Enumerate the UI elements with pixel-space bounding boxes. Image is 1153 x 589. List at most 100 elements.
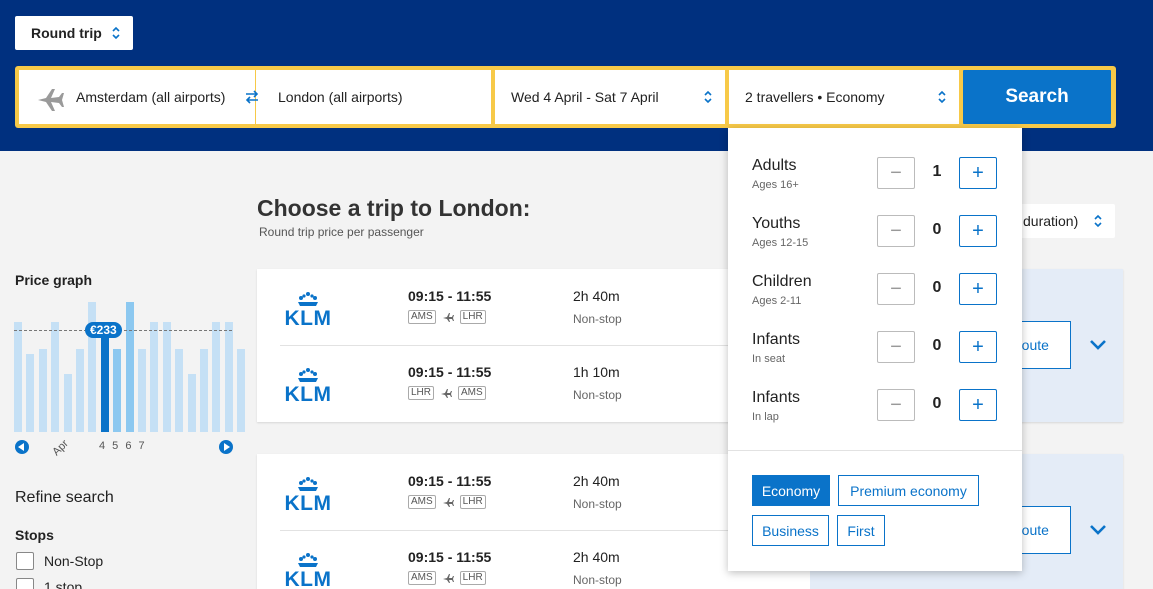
travellers-dropdown: Adults Ages 16+ −1 + Youths Ages 12-15−0 + Chil…	[728, 128, 1022, 571]
traveller-count: 0	[932, 337, 942, 354]
klm-logo: KLM	[285, 292, 331, 327]
price-bar[interactable]	[212, 322, 221, 432]
swap-icon[interactable]	[242, 88, 262, 106]
updown-chevron-icon	[1094, 214, 1102, 228]
page-subtitle: Round trip price per passenger	[259, 225, 424, 239]
price-graph[interactable]	[14, 296, 246, 432]
decrement-button[interactable]: −	[877, 331, 915, 363]
traveller-row: Infants In seat −0 +	[728, 331, 1022, 389]
refine-search-title: Refine search	[15, 489, 114, 506]
destination-code: LHR	[459, 571, 486, 585]
traveller-type-label: Youths	[752, 215, 801, 232]
traveller-count: 0	[932, 395, 942, 412]
increment-button[interactable]: +	[959, 273, 997, 305]
graph-prev-icon[interactable]	[15, 440, 29, 454]
sort-label: duration)	[1023, 213, 1079, 229]
travellers-value: 2 travellers • Economy	[745, 89, 885, 105]
increment-button[interactable]: +	[959, 157, 997, 189]
traveller-count: 1	[932, 163, 942, 180]
price-bar[interactable]	[100, 322, 109, 432]
traveller-type-label: Infants	[752, 331, 801, 348]
cabin-option-first[interactable]: First	[837, 515, 885, 546]
decrement-button[interactable]: −	[877, 215, 915, 247]
plane-icon	[441, 388, 453, 398]
flight-stops: Non-stop	[573, 312, 622, 326]
chevron-down-icon[interactable]	[1089, 524, 1107, 536]
destination-code: LHR	[459, 495, 486, 509]
price-bar[interactable]	[237, 349, 246, 432]
cabin-option-economy[interactable]: Economy	[752, 475, 830, 506]
svg-text:KLM: KLM	[285, 492, 332, 512]
date-field[interactable]: Wed 4 April - Sat 7 April	[495, 70, 725, 124]
route-codes: LHR AMS	[408, 386, 486, 400]
price-bar[interactable]	[175, 349, 184, 432]
one-stop-checkbox[interactable]	[16, 578, 34, 589]
origin-field[interactable]: Amsterdam (all airports)	[19, 70, 255, 124]
chevron-down-icon[interactable]	[1089, 339, 1107, 351]
cabin-option-business[interactable]: Business	[752, 515, 829, 546]
flight-leg: KLM 09:15 - 11:55 AMS LHR 2h 40m Non-stop	[257, 530, 807, 589]
graph-next-icon[interactable]	[219, 440, 233, 454]
cabin-option-premium-economy[interactable]: Premium economy	[838, 475, 979, 506]
svg-text:KLM: KLM	[285, 383, 332, 403]
route-codes: AMS LHR	[408, 495, 486, 509]
price-bar[interactable]	[38, 349, 47, 432]
dropdown-divider	[728, 450, 1022, 451]
graph-axis-days: 4 5 6 7	[99, 440, 147, 452]
flight-leg: KLM 09:15 - 11:55 AMS LHR 2h 40m Non-stop	[257, 454, 807, 530]
origin-code: AMS	[408, 310, 436, 324]
traveller-age-label: In seat	[752, 353, 786, 365]
increment-button[interactable]: +	[959, 215, 997, 247]
price-bar[interactable]	[162, 322, 171, 432]
destination-field[interactable]: London (all airports)	[256, 70, 491, 124]
klm-logo: KLM	[285, 477, 332, 512]
flight-times: 09:15 - 11:55	[408, 473, 492, 489]
date-value: Wed 4 April - Sat 7 April	[511, 89, 659, 105]
price-graph-title: Price graph	[15, 272, 93, 288]
flight-leg: KLM 09:15 - 11:55 AMS LHR 2h 40m Non-stop	[257, 269, 807, 345]
search-button[interactable]: Search	[963, 70, 1111, 124]
origin-value: Amsterdam (all airports)	[76, 89, 226, 105]
price-bar[interactable]	[76, 349, 84, 432]
updown-chevron-icon	[938, 90, 946, 104]
svg-text:KLM: KLM	[285, 568, 332, 588]
traveller-type-label: Infants	[752, 389, 801, 406]
page-title: Choose a trip to London:	[257, 195, 531, 221]
decrement-button[interactable]: −	[877, 157, 915, 189]
plane-icon	[442, 497, 454, 507]
graph-axis-month: Apr	[50, 437, 71, 459]
increment-button[interactable]: +	[959, 331, 997, 363]
nonstop-checkbox[interactable]	[16, 552, 34, 570]
price-bar[interactable]	[200, 349, 208, 432]
traveller-age-label: In lap	[752, 411, 779, 423]
decrement-button[interactable]: −	[877, 389, 915, 421]
price-bar[interactable]	[51, 322, 60, 432]
price-bar[interactable]	[26, 354, 35, 432]
origin-code: LHR	[408, 386, 435, 400]
trip-type-label: Round trip	[31, 25, 102, 41]
increment-button[interactable]: +	[959, 389, 997, 421]
trip-type-select[interactable]: Round trip	[15, 16, 133, 50]
price-bar[interactable]	[63, 374, 72, 432]
price-bar[interactable]	[14, 322, 22, 432]
price-bar[interactable]	[138, 349, 146, 432]
price-bar[interactable]	[187, 374, 196, 432]
travellers-field[interactable]: 2 travellers • Economy	[729, 70, 959, 124]
traveller-type-label: Adults	[752, 157, 797, 174]
flight-times: 09:15 - 11:55	[408, 549, 492, 565]
average-price-line	[14, 330, 232, 331]
traveller-age-label: Ages 16+	[752, 179, 799, 191]
price-bar[interactable]	[113, 349, 122, 432]
destination-code: AMS	[458, 386, 486, 400]
traveller-age-label: Ages 12-15	[752, 237, 809, 249]
plane-icon	[38, 89, 64, 111]
decrement-button[interactable]: −	[877, 273, 915, 305]
price-bar[interactable]	[224, 322, 233, 432]
plane-icon	[442, 573, 454, 583]
flight-duration: 2h 40m	[573, 549, 620, 565]
price-bar[interactable]	[125, 302, 134, 432]
updown-chevron-icon	[704, 90, 712, 104]
route-codes: AMS LHR	[408, 571, 486, 585]
price-bar[interactable]	[150, 322, 159, 432]
origin-code: AMS	[408, 571, 436, 585]
